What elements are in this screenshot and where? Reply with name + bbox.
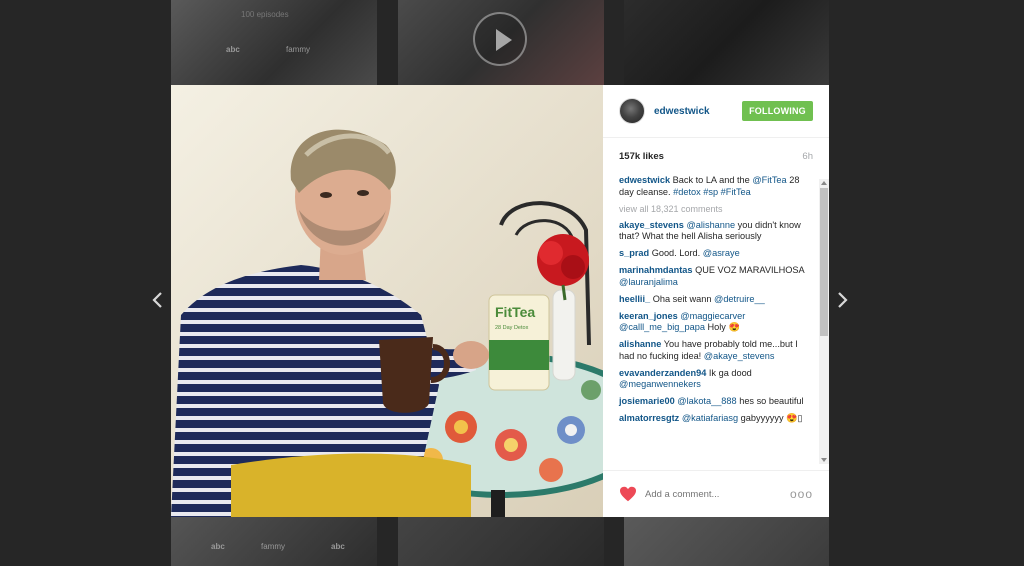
comment-username[interactable]: heellii_ <box>619 294 650 304</box>
comment-mention[interactable]: @alishanne <box>686 220 735 230</box>
comment-item: evavanderzanden94 Ik ga dood @meganwenne… <box>619 368 815 391</box>
avatar[interactable] <box>619 98 645 124</box>
comment-username[interactable]: s_prad <box>619 248 649 258</box>
comment-username[interactable]: akaye_stevens <box>619 220 684 230</box>
feed-tile-video[interactable] <box>398 0 604 85</box>
comment-item: josiemarie00 @lakota__888 hes so beautif… <box>619 396 815 408</box>
comment-mention[interactable]: @lakota__888 <box>677 396 736 406</box>
comment-username[interactable]: marinahmdantas <box>619 265 693 275</box>
comment-mention[interactable]: @asraye <box>703 248 740 258</box>
post-sidebar: edwestwick FOLLOWING 157k likes 6h edwes… <box>603 85 829 517</box>
likes-count[interactable]: 157k likes <box>619 151 664 162</box>
comment-username[interactable]: alishanne <box>619 339 661 349</box>
caption-hashtags[interactable]: #detox #sp #FitTea <box>673 187 751 197</box>
heart-icon[interactable] <box>619 486 637 502</box>
more-options-icon[interactable]: ooo <box>790 487 813 501</box>
comment-text: hes so beautiful <box>736 396 804 406</box>
comment-mention[interactable]: @detruire__ <box>714 294 765 304</box>
scroll-up-arrow-icon[interactable] <box>821 181 827 185</box>
comments-list[interactable]: edwestwick Back to LA and the @FitTea 28… <box>603 175 829 471</box>
tea-brand: FitTea <box>495 304 535 320</box>
comment-item: alishanne You have probably told me...bu… <box>619 339 815 362</box>
post-photo[interactable]: FitTea 28 Day Detox <box>171 85 603 517</box>
post-modal: FitTea 28 Day Detox edwestwick FOLLOWING… <box>171 85 829 517</box>
comment-mention[interactable]: @calll_me_big_papa <box>619 322 705 332</box>
post-header: edwestwick FOLLOWING <box>603 85 829 138</box>
comment-item: almatorresgtz @katiafariasg gabyyyyyy 😍▯ <box>619 413 815 425</box>
tile-caption: 100 episodes <box>241 10 289 19</box>
comment-username[interactable]: almatorresgtz <box>619 413 679 423</box>
comment-text: Good. Lord. <box>649 248 703 258</box>
feed-tile[interactable]: 100 episodes abc fammy <box>171 0 377 85</box>
comment-text: QUE VOZ MARAVILHOSA <box>692 265 805 275</box>
abc-logo: abc <box>211 542 225 551</box>
tea-sub: 28 Day Detox <box>495 325 529 331</box>
likes-row: 157k likes 6h <box>603 138 829 175</box>
abc-logo: abc <box>226 45 240 54</box>
feed-tile[interactable] <box>624 517 829 566</box>
comment-text: gabyyyyyy 😍▯ <box>738 413 803 423</box>
abc-logo: abc <box>331 542 345 551</box>
fammy-logo: fammy <box>261 542 285 551</box>
comment-footer: ooo <box>603 471 829 517</box>
comment-item: s_prad Good. Lord. @asraye <box>619 248 815 260</box>
comment-mention[interactable]: @meganwennekers <box>619 379 701 389</box>
comment-mention[interactable]: @katiafariasg <box>682 413 738 423</box>
fammy-logo: fammy <box>286 45 310 54</box>
comment-mention[interactable]: @maggiecarver <box>680 311 745 321</box>
comment-item: akaye_stevens @alishanne you didn't know… <box>619 220 815 243</box>
scroll-down-arrow-icon[interactable] <box>821 458 827 462</box>
following-button[interactable]: FOLLOWING <box>742 101 813 121</box>
caption-mention[interactable]: @FitTea <box>752 175 786 185</box>
caption-text: Back to LA and the <box>670 175 753 185</box>
comment-mention[interactable]: @akaye_stevens <box>704 351 775 361</box>
chevron-left-icon[interactable] <box>148 290 168 310</box>
comment-username[interactable]: josiemarie00 <box>619 396 675 406</box>
feed-tile[interactable] <box>624 0 829 85</box>
username-link[interactable]: edwestwick <box>654 106 742 117</box>
view-all-comments-link[interactable]: view all 18,321 comments <box>619 204 815 214</box>
comment-username[interactable]: keeran_jones <box>619 311 678 321</box>
feed-tile[interactable] <box>398 517 604 566</box>
caption-username[interactable]: edwestwick <box>619 175 670 185</box>
comments-scrollbar[interactable] <box>819 179 829 464</box>
comment-text: Holy 😍 <box>704 322 740 332</box>
comment-text: Oha seit wann <box>650 293 714 304</box>
feed-tile[interactable]: abc fammy abc <box>171 517 377 566</box>
comment-item: keeran_jones @maggiecarver @calll_me_big… <box>619 311 815 334</box>
post-photo-illustration: FitTea 28 Day Detox <box>171 85 603 517</box>
play-icon[interactable] <box>473 12 527 66</box>
scrollbar-thumb[interactable] <box>820 188 828 336</box>
comment-username[interactable]: evavanderzanden94 <box>619 368 706 378</box>
comment-text: Ik ga dood <box>706 367 752 378</box>
add-comment-input[interactable] <box>645 488 790 500</box>
comment-item: marinahmdantas QUE VOZ MARAVILHOSA @laur… <box>619 265 815 288</box>
comment-item: heellii_ Oha seit wann @detruire__ <box>619 294 815 306</box>
comment-mention[interactable]: @lauranjalima <box>619 277 678 287</box>
post-time[interactable]: 6h <box>802 151 813 162</box>
post-caption: edwestwick Back to LA and the @FitTea 28… <box>619 175 815 198</box>
chevron-right-icon[interactable] <box>832 290 852 310</box>
